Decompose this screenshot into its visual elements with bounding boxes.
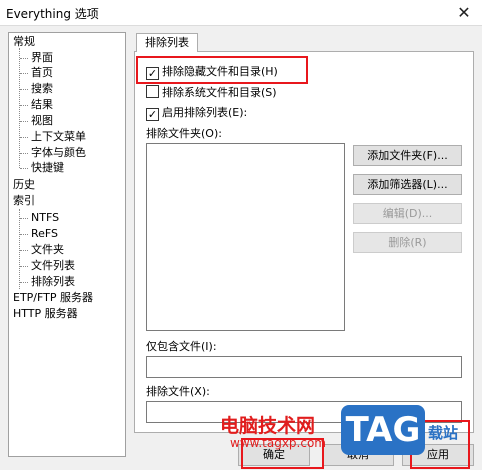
include-only-input[interactable] (146, 356, 462, 378)
checkbox-exclude-system[interactable] (146, 85, 159, 98)
close-icon[interactable]: ✕ (454, 3, 474, 23)
tree-connector (20, 137, 28, 138)
tree-item-etp-ftp-server[interactable]: ETP/FTP 服务器 (13, 291, 93, 305)
tree-item-ntfs[interactable]: NTFS (31, 211, 59, 225)
tree-item-general[interactable]: 常规 (13, 35, 35, 49)
tree-item-fonts-colors[interactable]: 字体与颜色 (31, 146, 86, 160)
tree-connector (20, 234, 28, 235)
title-bar: Everything 选项 ✕ (0, 0, 482, 26)
watermark-text: 电脑技术网 (220, 415, 316, 437)
tree-item-folders[interactable]: 文件夹 (31, 243, 64, 257)
tree-item-refs[interactable]: ReFS (31, 227, 58, 241)
tree-item-file-lists[interactable]: 文件列表 (31, 259, 75, 273)
exclude-folders-label: 排除文件夹(O): (146, 127, 222, 140)
exclude-folders-list[interactable] (146, 143, 345, 331)
tree-item-results[interactable]: 结果 (31, 98, 53, 112)
add-folder-button[interactable]: 添加文件夹(F)... (353, 145, 462, 166)
exclude-system-label: 排除系统文件和目录(S) (162, 86, 277, 99)
tree-connector (19, 209, 20, 289)
tree-connector (20, 105, 28, 106)
options-tree[interactable]: 常规 界面 首页 搜索 结果 视图 上下文菜单 字体与颜色 快捷键 历史 索引 … (8, 32, 126, 457)
watermark-url: www.tagxp.com (230, 436, 326, 450)
tree-connector (20, 168, 28, 169)
tree-item-view[interactable]: 视图 (31, 114, 53, 128)
exclude-system-option[interactable]: 排除系统文件和目录(S) (146, 84, 277, 100)
tree-item-search[interactable]: 搜索 (31, 82, 53, 96)
exclude-files-label: 排除文件(X): (146, 385, 210, 398)
add-filter-button[interactable]: 添加筛选器(L)... (353, 174, 462, 195)
tree-connector (20, 266, 28, 267)
tree-connector (20, 58, 28, 59)
tree-connector (20, 250, 28, 251)
window-title: Everything 选项 (6, 7, 99, 21)
tree-item-exclude-list[interactable]: 排除列表 (31, 275, 75, 289)
tree-connector (20, 282, 28, 283)
enable-exclude-label: 启用排除列表(E): (162, 106, 248, 119)
tree-item-http-server[interactable]: HTTP 服务器 (13, 307, 78, 321)
tree-item-shortcuts[interactable]: 快捷键 (31, 161, 64, 175)
highlight-exclude-hidden (136, 56, 308, 84)
tree-connector (20, 121, 28, 122)
tab-exclude-list[interactable]: 排除列表 (136, 33, 198, 52)
delete-button[interactable]: 删除(R) (353, 232, 462, 253)
tree-connector (19, 48, 20, 168)
tree-connector (20, 153, 28, 154)
watermark-site: 载站 (428, 424, 459, 442)
watermark-tag-logo: TAG (341, 405, 425, 455)
tree-item-context-menu[interactable]: 上下文菜单 (31, 130, 86, 144)
tree-connector (20, 218, 28, 219)
include-only-label: 仅包含文件(I): (146, 340, 217, 353)
checkbox-enable-exclude[interactable]: ✓ (146, 108, 159, 121)
enable-exclude-option[interactable]: ✓ 启用排除列表(E): (146, 104, 248, 121)
edit-button[interactable]: 编辑(D)... (353, 203, 462, 224)
tree-item-history[interactable]: 历史 (13, 178, 35, 192)
tree-item-index[interactable]: 索引 (13, 194, 35, 208)
tree-item-home[interactable]: 首页 (31, 66, 53, 80)
tree-connector (20, 73, 28, 74)
tree-item-ui[interactable]: 界面 (31, 51, 53, 65)
tree-connector (20, 89, 28, 90)
